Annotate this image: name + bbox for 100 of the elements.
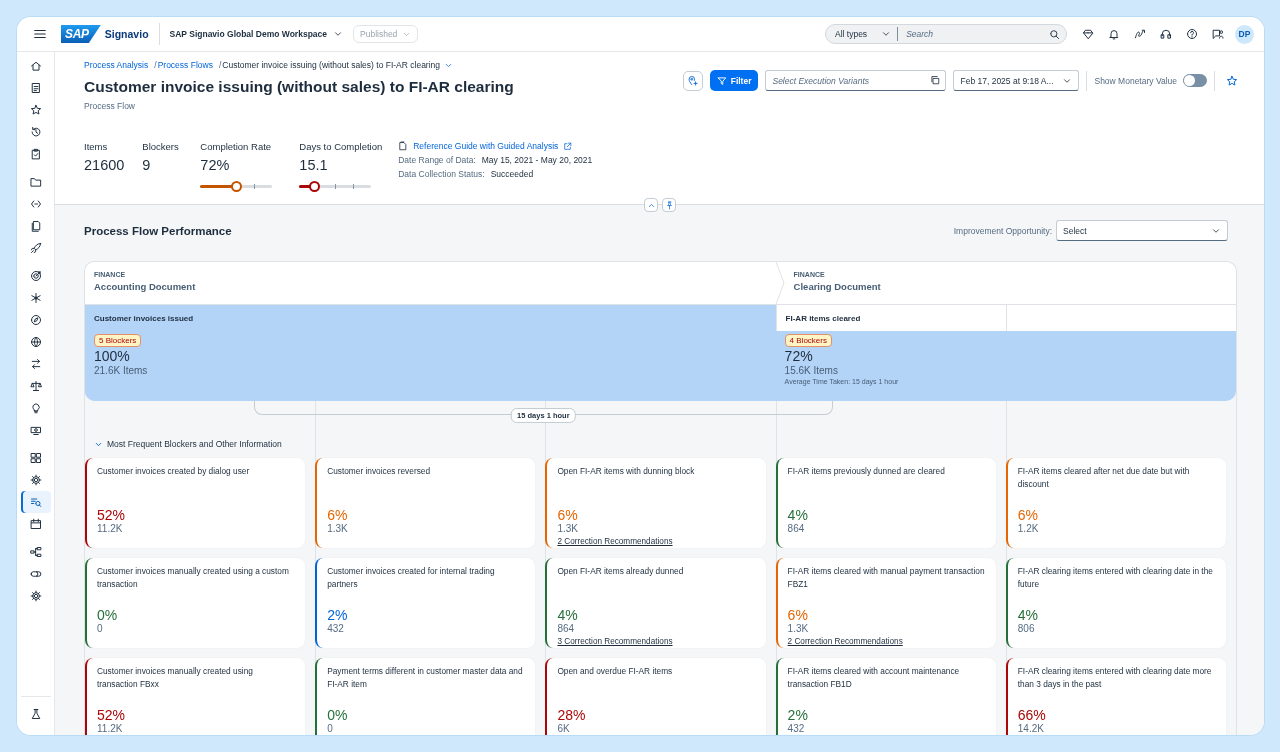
link-icon xyxy=(29,568,42,580)
slider-thumb[interactable] xyxy=(230,181,242,192)
breadcrumb-link[interactable]: Process Analysis xyxy=(84,60,149,70)
history-icon xyxy=(29,126,42,138)
toggle-switch[interactable] xyxy=(1183,74,1207,87)
step-items: 21.6K Items xyxy=(94,365,148,376)
gear-icon xyxy=(29,474,42,486)
step-percentage: 100% xyxy=(94,348,130,365)
improvement-select[interactable]: Select xyxy=(1056,220,1228,241)
card-percentage: 6% xyxy=(557,507,579,523)
card-title: Customer invoices created by dialog user xyxy=(97,465,251,478)
headset-icon xyxy=(1160,28,1172,40)
card-title: FI-AR items cleared after net due date but with discount xyxy=(1017,465,1191,491)
menu-icon xyxy=(33,27,47,41)
blocker-card[interactable]: FI-AR items previously dunned are cleared 4% 864 xyxy=(775,458,996,548)
object-name: Accounting Document xyxy=(94,281,197,292)
bulb-icon xyxy=(29,402,42,414)
pin-location-button[interactable] xyxy=(682,70,703,91)
blocker-card[interactable]: Customer invoices reversed 6% 1.3K xyxy=(315,458,536,548)
card-count: 11.2K xyxy=(97,723,124,734)
card-count: 11.2K xyxy=(97,523,124,534)
card-title: Customer invoices created for internal trading partners xyxy=(327,565,496,591)
calendar-icon xyxy=(29,518,42,530)
user-avatar[interactable]: DP xyxy=(1235,24,1254,44)
folder-icon xyxy=(29,176,42,188)
card-title: Open FI-AR items with dunning block xyxy=(557,465,696,478)
blocker-card[interactable]: FI-AR items cleared with manual payment transaction FBZ1 6% 1.3K 2 Correction Recommendations xyxy=(775,558,996,648)
field-value: Succeeded xyxy=(490,169,534,179)
search-bar[interactable]: All types Search xyxy=(825,24,1067,44)
star-icon xyxy=(1226,74,1238,87)
card-count: 806 xyxy=(1017,623,1036,634)
step-title: Customer invoices issued xyxy=(94,313,194,323)
device-icon xyxy=(29,424,42,436)
card-title: FI-AR items previously dunned are cleared xyxy=(787,465,946,478)
card-title: Open FI-AR items already dunned xyxy=(557,565,685,578)
field-label: Date Range of Data: xyxy=(398,155,476,165)
blocker-card[interactable]: Customer invoices created by dialog user 52% 11.2K xyxy=(85,458,306,548)
product-name: Signavio xyxy=(104,28,149,40)
card-title: Payment terms different in customer master data and FI-AR item xyxy=(327,665,524,691)
type-select[interactable]: All types xyxy=(826,25,898,43)
blocker-card[interactable]: FI-AR clearing items entered with clearing date in the future 4% 806 xyxy=(1005,558,1226,648)
blocker-card[interactable]: FI-AR clearing items entered with clearing date more than 3 days in the past 66% 14.2K xyxy=(1005,658,1226,735)
card-percentage: 52% xyxy=(97,507,127,523)
section-title: Process Flow Performance xyxy=(84,224,232,237)
kpi-value: 21600 xyxy=(84,157,125,173)
blocker-card[interactable]: Payment terms different in customer master data and FI-AR item 0% 0 xyxy=(315,658,536,735)
card-percentage: 66% xyxy=(1017,707,1047,723)
blocker-card[interactable]: Customer invoices manually created using transaction FBxx 52% 11.2K xyxy=(85,658,306,735)
breadcrumb-separator: / xyxy=(154,60,157,70)
scale-icon xyxy=(29,380,42,392)
reference-link[interactable]: Reference Guide with Guided Analysis xyxy=(413,141,559,151)
filter-button[interactable]: Filter xyxy=(709,70,759,91)
card-percentage: 4% xyxy=(557,607,579,623)
recommendations-link[interactable]: 3 Correction Recommendations xyxy=(557,637,673,646)
kpi-label: Completion Rate xyxy=(200,141,273,152)
card-title: Open and overdue FI-AR items xyxy=(557,665,674,678)
blocker-card[interactable]: FI-AR items cleared with account maintenance transaction FB1D 2% 432 xyxy=(775,658,996,735)
blocker-card[interactable]: Open and overdue FI-AR items 28% 6K xyxy=(545,658,766,735)
recommendations-link[interactable]: 2 Correction Recommendations xyxy=(557,537,673,546)
blockers-toggle[interactable]: Most Frequent Blockers and Other Information xyxy=(94,439,282,449)
card-percentage: 28% xyxy=(557,707,587,723)
blocker-card[interactable]: FI-AR items cleared after net due date but with discount 6% 1.2K xyxy=(1005,458,1226,548)
blocker-card[interactable]: Open FI-AR items already dunned 4% 864 3 Correction Recommendations xyxy=(545,558,766,648)
card-count: 6K xyxy=(557,723,571,734)
blocker-card[interactable]: Customer invoices created for internal trading partners 2% 432 xyxy=(315,558,536,648)
blocker-card[interactable]: Customer invoices manually created using a custom transaction 0% 0 xyxy=(85,558,306,648)
kpi-value: 72% xyxy=(200,157,231,173)
step-percentage: 72% xyxy=(784,348,813,365)
step-items: 15.6K Items xyxy=(784,365,838,376)
variants-field[interactable]: Select Execution Variants xyxy=(765,70,947,91)
chevron-down-icon xyxy=(881,29,892,39)
search-list-icon xyxy=(29,496,42,508)
rocket-icon xyxy=(29,242,42,254)
card-title: FI-AR items cleared with manual payment transaction FBZ1 xyxy=(787,565,986,591)
sap-logo: SAP xyxy=(61,25,101,43)
date-select[interactable]: Feb 17, 2025 at 9:18 A... xyxy=(953,70,1080,91)
pin-header-button[interactable] xyxy=(662,198,676,212)
card-percentage: 4% xyxy=(1017,607,1040,623)
card-percentage: 2% xyxy=(327,607,349,623)
recommendations-link[interactable]: 2 Correction Recommendations xyxy=(787,637,903,646)
search-icon xyxy=(1049,28,1060,40)
card-count: 0 xyxy=(327,723,334,734)
blockers-badge: 5 Blockers xyxy=(94,334,142,347)
blockers-badge: 4 Blockers xyxy=(784,334,832,347)
toggle-label: Show Monetary Value xyxy=(1094,75,1177,86)
workspace-select[interactable]: SAP Signavio Global Demo Workspace xyxy=(169,29,343,39)
breadcrumb-link[interactable]: Process Flows xyxy=(157,60,213,70)
bell-icon xyxy=(1108,28,1120,40)
card-count: 1.2K xyxy=(1017,523,1040,534)
blocker-card[interactable]: Open FI-AR items with dunning block 6% 1.3K 2 Correction Recommendations xyxy=(545,458,766,548)
swap-icon xyxy=(29,358,42,370)
location-plus-icon xyxy=(687,75,699,86)
kpi-label: Items xyxy=(84,141,109,152)
kpi-label: Blockers xyxy=(142,141,180,152)
improvement-label: Improvement Opportunity: xyxy=(953,225,1052,236)
card-percentage: 6% xyxy=(1017,507,1040,523)
target-icon xyxy=(29,270,42,282)
slider-thumb[interactable] xyxy=(308,181,320,192)
compass-icon xyxy=(29,314,42,326)
search-input[interactable]: Search xyxy=(904,28,1049,40)
